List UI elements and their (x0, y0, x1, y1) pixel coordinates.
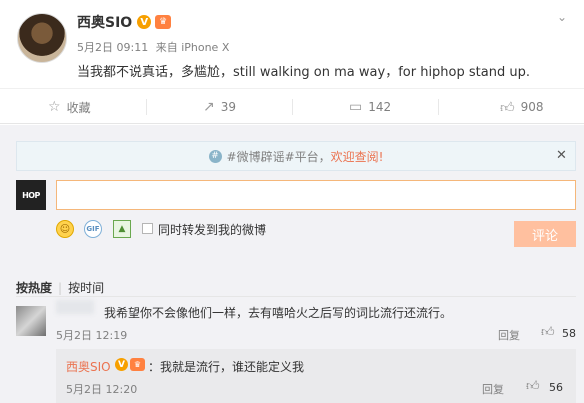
comment-icon: ▭ (349, 99, 363, 115)
comment-button[interactable]: ▭ 142 (349, 89, 391, 125)
reply-time: 5月2日 12:20 (66, 383, 138, 396)
author-avatar[interactable] (17, 13, 67, 63)
commenter-avatar[interactable] (16, 306, 46, 336)
rumor-notice-banner: # #微博辟谣#平台， 欢迎查阅! (16, 141, 576, 171)
comment-like-count: 58 (562, 327, 576, 340)
comment-input[interactable] (56, 180, 576, 210)
emoji-icon[interactable]: ☺ (56, 220, 74, 238)
author-row: 西奥SIO V ♛ (77, 12, 172, 32)
forward-button[interactable]: ↗ 39 (203, 89, 236, 125)
close-icon[interactable]: ✕ (556, 148, 567, 163)
favorite-button[interactable]: ☆ 收藏 (48, 89, 91, 125)
post-source: 来自 iPhone X (155, 41, 230, 54)
post-action-bar: ☆ 收藏 ↗ 39 ▭ 142 👍︎ 908 (0, 88, 584, 124)
comment-sort-tabs: 按热度 | 按时间 (16, 279, 104, 296)
gif-icon[interactable]: GIF (84, 220, 102, 238)
sort-by-time-tab[interactable]: 按时间 (68, 281, 104, 295)
like-button[interactable]: 👍︎ 908 (500, 89, 544, 125)
star-icon: ☆ (48, 99, 61, 115)
action-divider (438, 99, 439, 115)
divider (16, 296, 576, 297)
post-date[interactable]: 5月2日 09:11 (77, 41, 148, 54)
member-crown-icon: ♛ (155, 15, 172, 29)
verified-v-icon: V (115, 358, 128, 371)
commenter-name-blurred[interactable] (56, 300, 94, 314)
comment-count: 142 (368, 100, 392, 114)
reply-like-count: 56 (549, 381, 563, 394)
sort-divider: | (58, 281, 63, 295)
post-meta: 5月2日 09:11 来自 iPhone X (77, 39, 233, 55)
thumbs-up-icon: 👍︎ (500, 99, 515, 116)
sort-by-hot-tab[interactable]: 按热度 (16, 281, 52, 295)
forward-checkbox[interactable] (142, 223, 153, 234)
weibo-post: 西奥SIO V ♛ ⌄ 5月2日 09:11 来自 iPhone X 当我都不说… (0, 0, 584, 88)
image-icon[interactable]: ▲ (113, 220, 131, 238)
forward-checkbox-label[interactable]: 同时转发到我的微博 (158, 221, 266, 238)
my-avatar[interactable]: HOP (16, 180, 46, 210)
favorite-label: 收藏 (66, 100, 91, 115)
thumbs-up-icon[interactable]: 👍︎ (526, 379, 540, 394)
forward-icon: ↗ (203, 99, 215, 115)
forward-count: 39 (220, 100, 237, 114)
chevron-down-icon[interactable]: ⌄ (557, 10, 567, 24)
comment-text: 我希望你不会像他们一样，去有嘻哈火之后写的词比流行还流行。 (104, 306, 453, 320)
comment-reply-button[interactable]: 回复 (498, 327, 520, 343)
verified-v-icon: V (137, 15, 152, 29)
like-count: 908 (520, 100, 544, 114)
notice-link[interactable]: 欢迎查阅! (331, 148, 384, 165)
action-divider (146, 99, 147, 115)
reply-reply-button[interactable]: 回复 (482, 381, 504, 397)
author-name[interactable]: 西奥SIO (77, 12, 132, 32)
member-crown-icon: ♛ (130, 358, 145, 371)
comment-time: 5月2日 12:19 (56, 329, 128, 342)
thumbs-up-icon[interactable]: 👍︎ (541, 325, 555, 340)
post-text: 当我都不说真话，多尴尬，still walking on ma way，for … (77, 65, 530, 80)
submit-comment-button[interactable]: 评论 (514, 221, 576, 247)
hashtag-icon: # (208, 149, 222, 163)
reply-author-name[interactable]: 西奥SIO (66, 358, 111, 375)
reply-text: ：我就是流行，谁还能定义我 (148, 360, 305, 374)
action-divider (292, 99, 293, 115)
notice-text: #微博辟谣#平台， (226, 149, 331, 164)
